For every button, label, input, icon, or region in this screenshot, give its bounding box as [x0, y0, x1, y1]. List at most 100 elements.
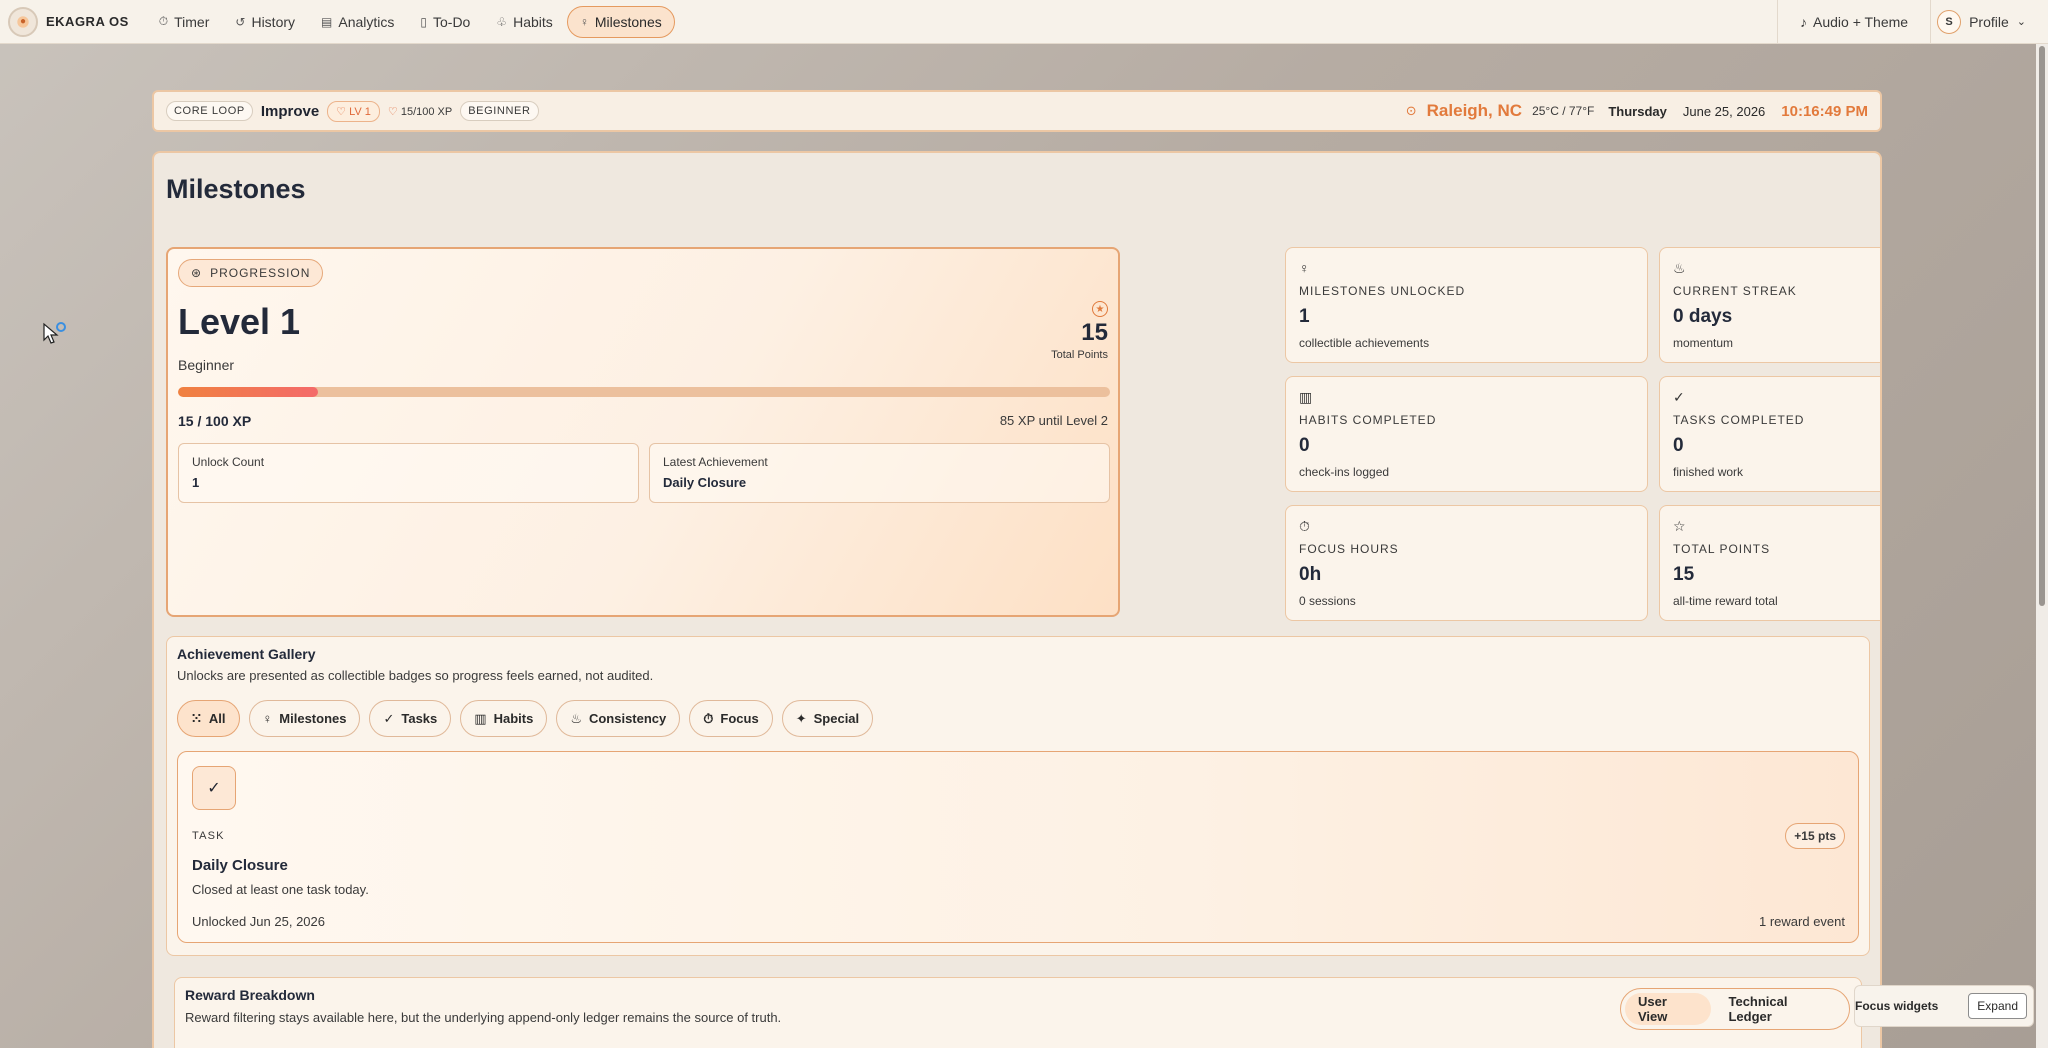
- latest-achievement-value: Daily Closure: [663, 475, 747, 490]
- nav-item-label: History: [251, 13, 296, 30]
- stat-value: 0: [1673, 435, 1684, 456]
- user-view-tab[interactable]: User View: [1625, 993, 1712, 1025]
- level-title: Level 1: [178, 301, 301, 342]
- brand[interactable]: ● EKAGRA OS: [8, 6, 129, 37]
- mouse-cursor-icon: [42, 322, 68, 353]
- filter-milestones[interactable]: ♀ Milestones: [248, 700, 361, 737]
- stat-subtext: collectible achievements: [1299, 336, 1430, 350]
- nav-item-analytics[interactable]: ▤ Analytics: [309, 6, 406, 38]
- stat-label: FOCUS HOURS: [1299, 542, 1399, 556]
- nav-item-label: Milestones: [594, 13, 662, 30]
- milestones-icon: ♀: [262, 711, 273, 726]
- habits-icon: ▥: [474, 710, 487, 726]
- gallery-filters: ⁙ All ♀ Milestones ✓ Tasks ▥ Habits ♨ Consistency…: [177, 700, 874, 737]
- achievement-unlocked-date: Unlocked Jun 25, 2026: [192, 914, 325, 929]
- achievement-gallery: Achievement Gallery Unlocks are presente…: [166, 636, 1870, 956]
- stat-card-habits-completed: ▥ HABITS COMPLETED 0 check-ins logged: [1285, 376, 1648, 492]
- todo-icon: ▯: [420, 14, 427, 29]
- stat-subtext: momentum: [1673, 336, 1734, 350]
- heart-icon: ♡: [387, 105, 398, 118]
- achievement-card[interactable]: ✓ TASK +15 pts Daily Closure Closed at l…: [177, 751, 1859, 943]
- filter-all[interactable]: ⁙ All: [177, 700, 240, 737]
- latest-achievement-label: Latest Achievement: [663, 455, 768, 469]
- page-title: Milestones: [166, 174, 306, 204]
- consistency-icon: ♨: [570, 710, 582, 726]
- audio-theme-button[interactable]: ♪ Audio + Theme: [1778, 14, 1930, 30]
- timer-icon: ⏱: [158, 14, 169, 28]
- tasks-icon: ✓: [383, 710, 395, 726]
- stat-label: CURRENT STREAK: [1673, 284, 1797, 298]
- achievement-points-badge: +15 pts: [1785, 823, 1845, 849]
- stat-card-milestones-unlocked: ♀ MILESTONES UNLOCKED 1 collectible achieve…: [1285, 247, 1648, 363]
- nav-item-timer[interactable]: ⏱ Timer: [147, 6, 222, 38]
- stat-card-tasks-completed: ✓ TASKS COMPLETED 0 finished work: [1659, 376, 1880, 492]
- stat-icon: ▥: [1299, 389, 1313, 405]
- progression-tag: ⊛ PROGRESSION: [178, 259, 324, 287]
- special-icon: ✦: [795, 710, 807, 726]
- reward-subtitle: Reward filtering stays available here, b…: [185, 1010, 782, 1025]
- history-icon: ↺: [235, 14, 246, 29]
- stat-card-current-streak: ♨ CURRENT STREAK 0 days momentum: [1659, 247, 1880, 363]
- unlock-count-value: 1: [192, 475, 200, 490]
- progression-card: ⊛ PROGRESSION Level 1 Beginner ★ 15 Tota…: [166, 247, 1120, 617]
- filter-special[interactable]: ✦ Special: [781, 700, 874, 737]
- view-toggle: User View Technical Ledger: [1620, 988, 1850, 1030]
- filter-label: Milestones: [279, 711, 347, 726]
- brand-logo-icon: ●: [8, 6, 38, 37]
- stat-icon: ♨: [1673, 260, 1686, 276]
- clock: 10:16:49 PM: [1781, 102, 1868, 120]
- filter-consistency[interactable]: ♨ Consistency: [556, 700, 681, 737]
- unlock-count-box: Unlock Count 1: [178, 443, 639, 503]
- date-label: June 25, 2026: [1682, 103, 1766, 119]
- scrollbar[interactable]: [2036, 44, 2048, 1048]
- filter-tasks[interactable]: ✓ Tasks: [369, 700, 452, 737]
- profile-label: Profile: [1969, 13, 2009, 30]
- main-panel: Milestones ⊛ PROGRESSION Level 1 Beginne…: [152, 151, 1882, 1048]
- total-points-label: Total Points: [1051, 349, 1108, 361]
- stat-label: TOTAL POINTS: [1673, 542, 1771, 556]
- core-loop-badge: CORE LOOP: [166, 101, 253, 121]
- focus-widgets-label: Focus widgets: [1855, 999, 1939, 1013]
- xp-status: ♡ 15/100 XP: [388, 105, 452, 118]
- filter-label: Consistency: [588, 711, 667, 726]
- stat-value: 0h: [1299, 564, 1322, 585]
- nav-item-history[interactable]: ↺ History: [223, 6, 307, 38]
- achievement-description: Closed at least one task today.: [192, 882, 369, 897]
- filter-label: Tasks: [401, 711, 438, 726]
- stat-label: MILESTONES UNLOCKED: [1299, 284, 1466, 298]
- total-points-value: 15: [1081, 319, 1108, 346]
- scrollbar-thumb[interactable]: [2039, 46, 2045, 606]
- chevron-down-icon: ⌄: [2016, 16, 2026, 28]
- nav-item-label: Timer: [174, 13, 210, 30]
- xp-text: 15 / 100 XP: [178, 413, 252, 429]
- rank-badge: BEGINNER: [460, 101, 539, 121]
- stat-label: TASKS COMPLETED: [1673, 413, 1805, 427]
- profile-button[interactable]: S Profile ⌄: [1931, 9, 2048, 34]
- temperature: 25°C / 77°F: [1532, 104, 1595, 118]
- technical-ledger-tab[interactable]: Technical Ledger: [1715, 993, 1845, 1025]
- filter-focus[interactable]: ⏱ Focus: [689, 700, 773, 737]
- top-nav: ● EKAGRA OS ⏱ Timer ↺ History ▤ Analytics ▯ To-…: [0, 0, 2048, 44]
- gallery-title: Achievement Gallery: [177, 646, 316, 662]
- nav-items: ⏱ Timer ↺ History ▤ Analytics ▯ To-Do ♧ Habits ♀ Mi…: [147, 5, 677, 38]
- expand-button[interactable]: Expand: [1968, 993, 2027, 1019]
- day-label: Thursday: [1608, 103, 1667, 119]
- stat-icon: ✓: [1673, 389, 1685, 405]
- status-bar: CORE LOOP Improve ♡ LV 1 ♡ 15/100 XP BEG…: [152, 90, 1882, 132]
- nav-item-milestones[interactable]: ♀ Milestones: [566, 5, 675, 38]
- stat-subtext: check-ins logged: [1299, 465, 1390, 479]
- nav-item-label: To-Do: [433, 13, 471, 30]
- habits-icon: ♧: [496, 14, 508, 29]
- star-icon: ★: [1092, 301, 1108, 317]
- achievement-name: Daily Closure: [192, 857, 288, 874]
- nav-right: ♪ Audio + Theme S Profile ⌄: [1777, 0, 2048, 44]
- location-pin-icon: ⊙: [1405, 103, 1417, 118]
- all-icon: ⁙: [191, 710, 202, 726]
- xp-progress-bar: [178, 387, 1110, 397]
- stat-icon: ☆: [1673, 518, 1686, 534]
- stat-card-total-points: ☆ TOTAL POINTS 15 all-time reward total: [1659, 505, 1880, 621]
- nav-item-todo[interactable]: ▯ To-Do: [408, 6, 482, 38]
- filter-habits[interactable]: ▥ Habits: [460, 700, 548, 737]
- city-label: Raleigh, NC: [1426, 101, 1523, 120]
- nav-item-habits[interactable]: ♧ Habits: [484, 6, 564, 38]
